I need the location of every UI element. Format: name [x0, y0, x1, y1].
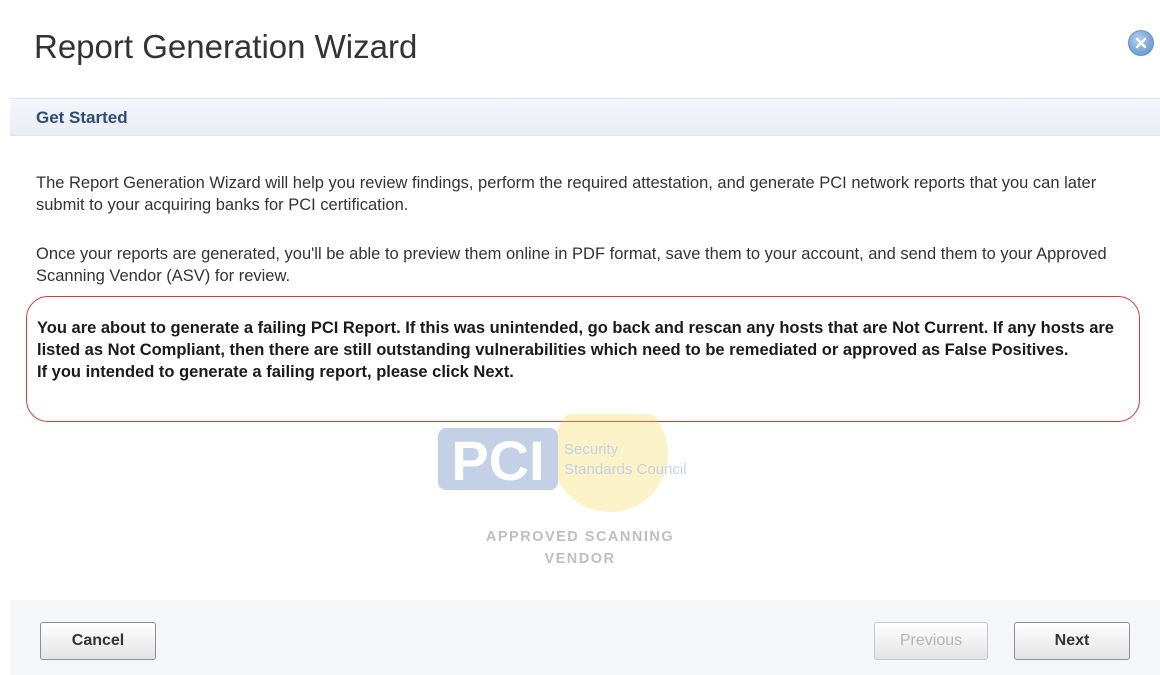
- report-generation-wizard-dialog: Report Generation Wizard Get Started The…: [0, 0, 1160, 675]
- logo-caption-line2: VENDOR: [544, 551, 616, 567]
- logo-caption: APPROVED SCANNING VENDOR: [410, 526, 750, 570]
- pci-asv-logo: PCI Security Standards Council APPROVED …: [410, 396, 750, 584]
- cancel-button[interactable]: Cancel: [40, 622, 156, 660]
- pci-logo-line2: Standards Council: [564, 461, 687, 478]
- previous-button[interactable]: Previous: [874, 622, 988, 660]
- next-button[interactable]: Next: [1014, 622, 1130, 660]
- dialog-title: Report Generation Wizard: [34, 28, 418, 65]
- wizard-footer: Cancel Previous Next: [10, 600, 1160, 675]
- pci-logo-line1: Security: [564, 441, 619, 458]
- reports-paragraph: Once your reports are generated, you'll …: [36, 245, 1107, 285]
- warning-text: You are about to generate a failing PCI …: [37, 317, 1127, 383]
- logo-caption-line1: APPROVED SCANNING: [485, 529, 675, 545]
- title-bar: Report Generation Wizard: [0, 0, 1160, 98]
- section-header: Get Started: [10, 98, 1160, 136]
- close-icon: [1135, 37, 1147, 49]
- warning-line-1: You are about to generate a failing PCI …: [37, 319, 1114, 359]
- failing-report-warning: You are about to generate a failing PCI …: [26, 296, 1140, 422]
- pci-logo-mark: PCI Security Standards Council: [438, 396, 687, 512]
- section-title: Get Started: [36, 108, 128, 127]
- wizard-content: The Report Generation Wizard will help y…: [10, 136, 1160, 600]
- warning-line-2: If you intended to generate a failing re…: [37, 363, 514, 381]
- intro-paragraph: The Report Generation Wizard will help y…: [36, 174, 1097, 214]
- pci-logo-text: PCI: [451, 429, 544, 492]
- close-button[interactable]: [1128, 30, 1154, 56]
